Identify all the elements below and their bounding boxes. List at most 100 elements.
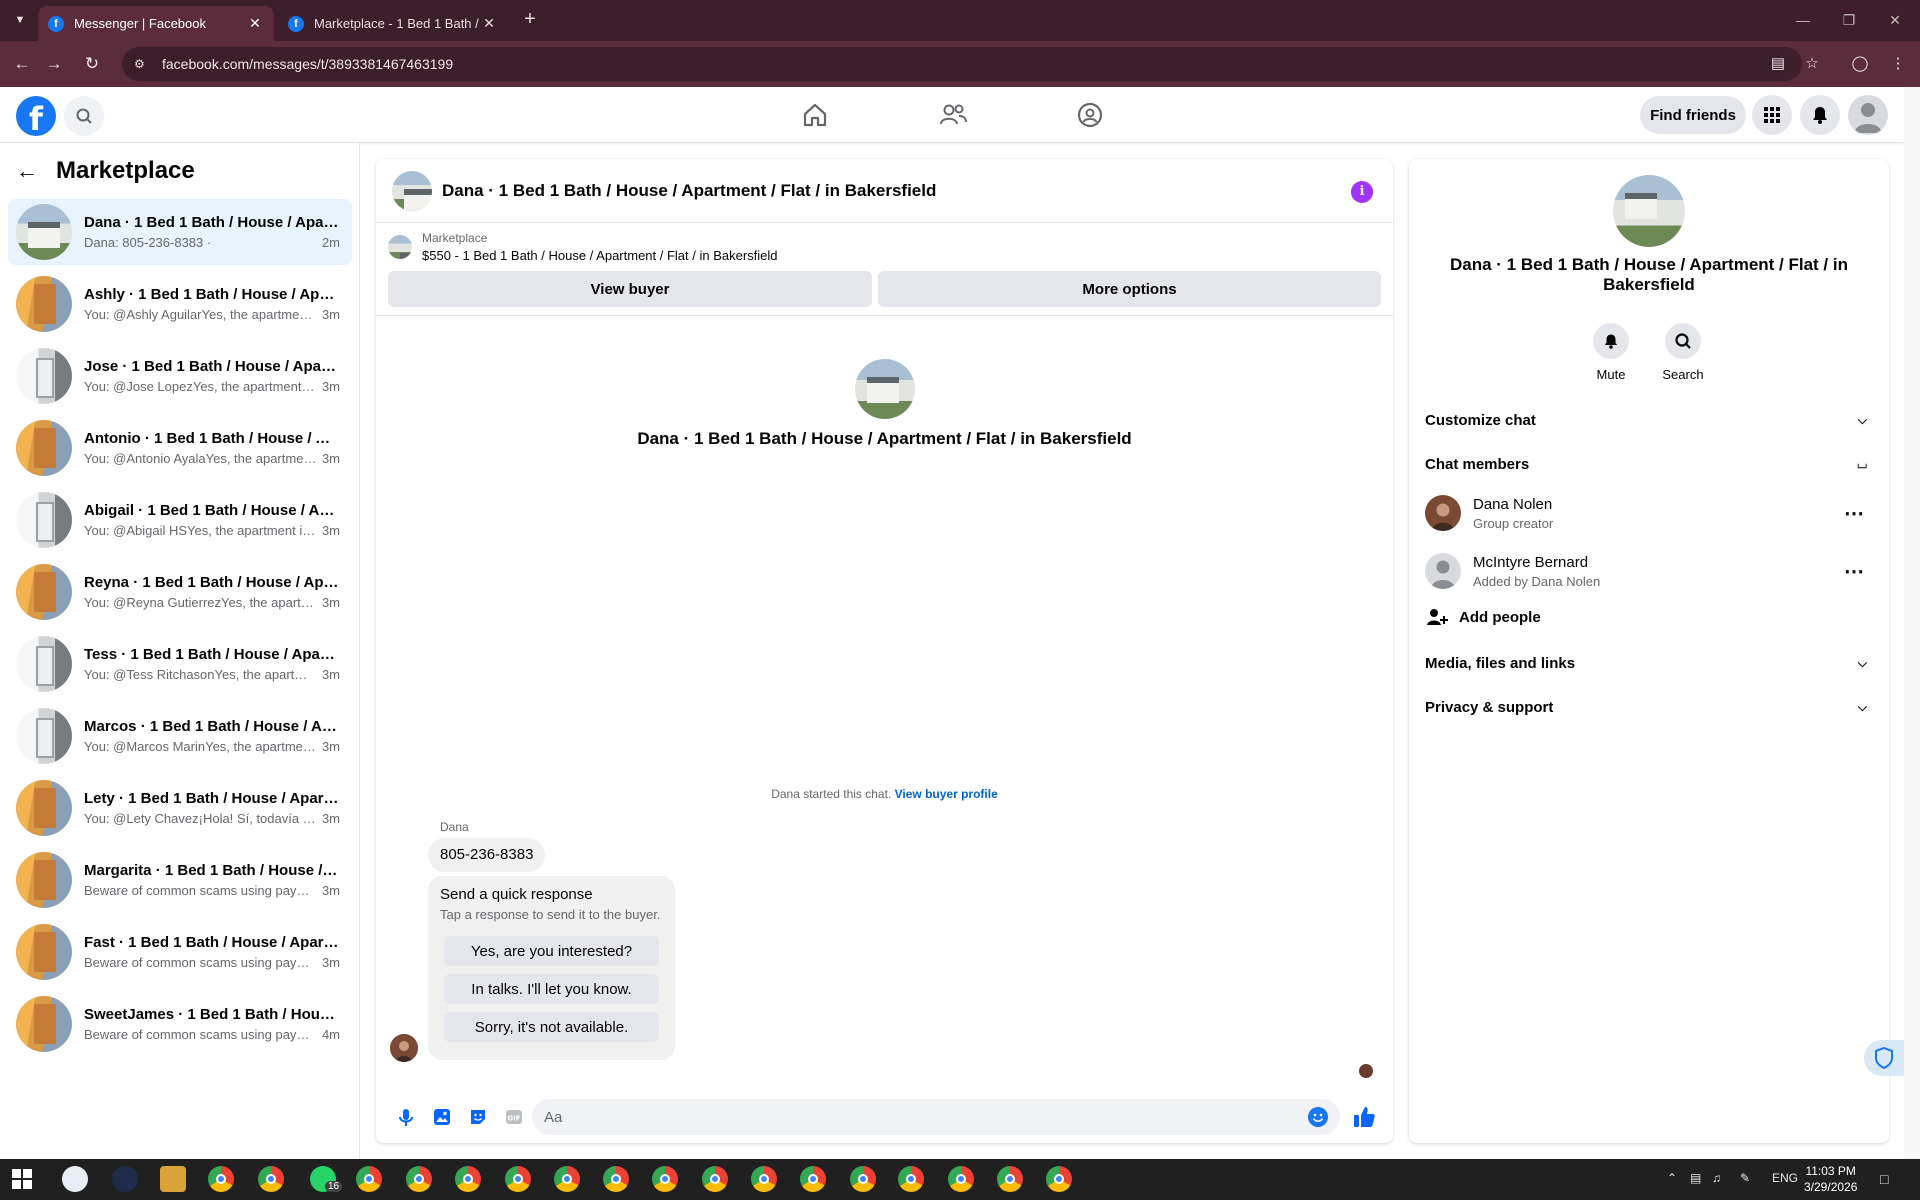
minimize-button[interactable]: — — [1780, 6, 1826, 34]
back-arrow-icon[interactable]: ← — [16, 156, 46, 186]
conversation-item[interactable]: Margarita · 1 Bed 1 Bath / House / Apart… — [8, 847, 352, 913]
browser-menu-icon[interactable]: ⋮ — [1884, 50, 1912, 78]
friends-nav-button[interactable] — [935, 97, 971, 133]
privacy-support-row[interactable]: Privacy & support ⌵ — [1425, 685, 1873, 729]
chrome-app-icon[interactable] — [948, 1166, 974, 1192]
chrome-app-icon[interactable] — [258, 1166, 284, 1192]
taskbar-clock[interactable]: 11:03 PM 3/29/2026 — [1804, 1163, 1857, 1195]
chrome-app-icon[interactable] — [652, 1166, 678, 1192]
conversation-item[interactable]: Abigail · 1 Bed 1 Bath / House / Apartme… — [8, 487, 352, 553]
quick-response-interested[interactable]: Yes, are you interested? — [444, 936, 659, 966]
send-like-button[interactable] — [1350, 1103, 1378, 1131]
new-tab-button[interactable]: + — [518, 8, 542, 32]
chat-members-row[interactable]: Chat members ⌴ — [1425, 442, 1873, 486]
account-avatar[interactable] — [1848, 95, 1888, 135]
close-tab-icon[interactable]: ✕ — [480, 15, 498, 32]
attach-photo-button[interactable] — [424, 1099, 460, 1135]
forward-button[interactable]: → — [40, 50, 68, 78]
tab-marketplace[interactable]: f Marketplace - 1 Bed 1 Bath / H ✕ — [278, 6, 508, 41]
conversation-item[interactable]: SweetJames · 1 Bed 1 Bath / House / Apar… — [8, 991, 352, 1057]
chrome-app-icon[interactable] — [455, 1166, 481, 1192]
mute-action[interactable]: Mute — [1581, 323, 1641, 382]
bolt-app-icon[interactable] — [112, 1166, 138, 1192]
quick-response-in-talks[interactable]: In talks. I'll let you know. — [444, 974, 659, 1004]
security-app-icon[interactable] — [62, 1166, 88, 1192]
facebook-logo-icon[interactable]: f — [16, 96, 56, 138]
chrome-app-icon[interactable] — [208, 1166, 234, 1192]
profile-icon[interactable]: ◯ — [1846, 50, 1874, 78]
sender-avatar[interactable] — [390, 1034, 418, 1062]
conversation-item[interactable]: Jose · 1 Bed 1 Bath / House / Apartment … — [8, 343, 352, 409]
conversation-item[interactable]: Lety · 1 Bed 1 Bath / House / Apartment … — [8, 775, 352, 841]
conversation-item[interactable]: Fast · 1 Bed 1 Bath / House / Apartment … — [8, 919, 352, 985]
folder-app-icon[interactable] — [160, 1166, 186, 1192]
search-button[interactable] — [64, 96, 104, 136]
chrome-app-icon[interactable] — [603, 1166, 629, 1192]
chrome-app-icon[interactable] — [898, 1166, 924, 1192]
message-bubble[interactable]: 805-236-8383 — [428, 838, 546, 872]
media-files-links-row[interactable]: Media, files and links ⌵ — [1425, 641, 1873, 685]
quick-response-not-available[interactable]: Sorry, it's not available. — [444, 1012, 659, 1042]
restore-button[interactable]: ❐ — [1826, 6, 1872, 34]
conversation-item[interactable]: Marcos · 1 Bed 1 Bath / House / Apartmen… — [8, 703, 352, 769]
chrome-app-icon[interactable] — [1046, 1166, 1072, 1192]
tray-overflow-icon[interactable]: ⌃ — [1667, 1171, 1677, 1185]
security-extension-icon[interactable] — [1864, 1040, 1904, 1076]
message-input[interactable]: Aa — [532, 1099, 1340, 1135]
sticker-button[interactable] — [460, 1099, 496, 1135]
close-tab-icon[interactable]: ✕ — [246, 15, 264, 32]
more-options-icon[interactable]: ⋯ — [1844, 559, 1865, 584]
gif-button[interactable]: GIF — [496, 1099, 532, 1135]
chrome-app-icon[interactable] — [505, 1166, 531, 1192]
listing-thumbnail[interactable] — [388, 235, 412, 259]
tab-search-dropdown-icon[interactable]: ▼ — [8, 8, 32, 32]
chrome-app-icon[interactable] — [751, 1166, 777, 1192]
close-window-button[interactable]: ✕ — [1872, 6, 1918, 34]
site-info-icon[interactable]: ⚙ — [134, 57, 152, 71]
groups-nav-button[interactable] — [1072, 97, 1108, 133]
info-icon[interactable]: i — [1351, 181, 1373, 203]
listing-title[interactable]: $550 - 1 Bed 1 Bath / House / Apartment … — [422, 248, 778, 263]
conversation-item[interactable]: Reyna · 1 Bed 1 Bath / House / Apartment… — [8, 559, 352, 625]
bookmark-star-icon[interactable]: ☆ — [1798, 50, 1826, 78]
reload-button[interactable]: ↻ — [78, 50, 106, 78]
add-people-button[interactable]: Add people — [1425, 597, 1541, 637]
chrome-app-icon[interactable] — [356, 1166, 382, 1192]
member-row[interactable]: McIntyre Bernard Added by Dana Nolen ⋯ — [1425, 545, 1873, 597]
notification-center-icon[interactable]: □ — [1880, 1171, 1888, 1187]
view-buyer-button[interactable]: View buyer — [388, 271, 873, 307]
chrome-app-icon[interactable] — [850, 1166, 876, 1192]
page-scrollbar[interactable] — [1904, 87, 1920, 1159]
back-button[interactable]: ← — [8, 50, 36, 78]
tab-messenger[interactable]: f Messenger | Facebook ✕ — [38, 6, 274, 41]
conversation-item[interactable]: Dana · 1 Bed 1 Bath / House / Apartment … — [8, 199, 352, 265]
chat-info-avatar[interactable] — [1613, 175, 1685, 247]
chrome-app-icon[interactable] — [554, 1166, 580, 1192]
more-options-button[interactable]: More options — [878, 271, 1381, 307]
chrome-app-icon[interactable] — [800, 1166, 826, 1192]
chrome-app-icon[interactable] — [997, 1166, 1023, 1192]
member-row[interactable]: Dana Nolen Group creator ⋯ — [1425, 487, 1873, 539]
install-app-icon[interactable]: ▤ — [1764, 50, 1792, 78]
network-icon[interactable]: ▤ — [1690, 1171, 1701, 1185]
windows-start-icon[interactable] — [12, 1169, 32, 1189]
search-action[interactable]: Search — [1653, 323, 1713, 382]
conversation-item[interactable]: Tess · 1 Bed 1 Bath / House / Apartment … — [8, 631, 352, 697]
chrome-app-icon[interactable] — [702, 1166, 728, 1192]
address-bar[interactable]: ⚙ facebook.com/messages/t/38933814674631… — [122, 47, 1802, 81]
menu-button[interactable] — [1752, 95, 1792, 135]
customize-chat-row[interactable]: Customize chat ⌵ — [1425, 398, 1873, 442]
conversation-item[interactable]: Antonio · 1 Bed 1 Bath / House / Apartme… — [8, 415, 352, 481]
voice-clip-button[interactable] — [388, 1099, 424, 1135]
find-friends-button[interactable]: Find friends — [1640, 96, 1746, 134]
more-options-icon[interactable]: ⋯ — [1844, 501, 1865, 526]
pen-icon[interactable]: ✎ — [1740, 1171, 1750, 1185]
home-nav-button[interactable] — [797, 97, 833, 133]
chrome-app-icon[interactable] — [406, 1166, 432, 1192]
language-indicator[interactable]: ENG — [1772, 1171, 1798, 1185]
volume-icon[interactable]: ♫ — [1712, 1171, 1721, 1185]
chat-title[interactable]: Dana · 1 Bed 1 Bath / House / Apartment … — [442, 181, 936, 201]
view-buyer-profile-link[interactable]: View buyer profile — [895, 787, 998, 801]
conversation-item[interactable]: Ashly · 1 Bed 1 Bath / House / Apartment… — [8, 271, 352, 337]
chat-avatar[interactable] — [392, 170, 432, 211]
